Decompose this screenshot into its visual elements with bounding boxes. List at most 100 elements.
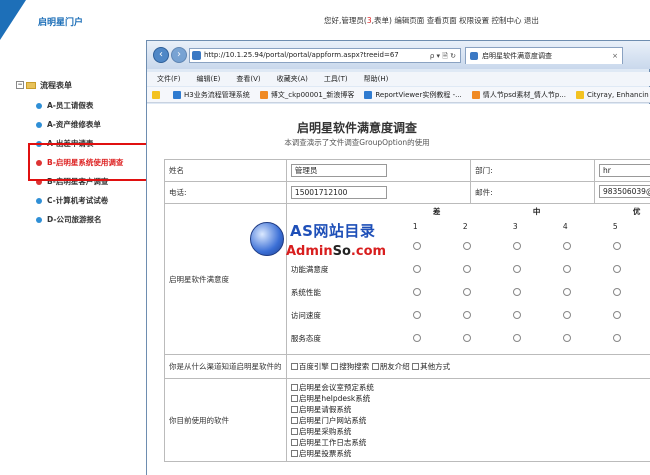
software-checkbox[interactable] bbox=[290, 384, 298, 391]
rating-num: 3 bbox=[512, 222, 518, 231]
folder-icon bbox=[26, 81, 36, 89]
software-checkbox[interactable] bbox=[290, 417, 298, 424]
rating-radio[interactable] bbox=[462, 265, 471, 273]
fav-icon bbox=[364, 90, 373, 99]
rating-radio[interactable] bbox=[612, 334, 621, 342]
rating-radio[interactable] bbox=[512, 242, 521, 250]
favorites-star-icon[interactable] bbox=[147, 87, 168, 102]
phone-field[interactable]: 15001712100 bbox=[290, 186, 387, 199]
rating-radio[interactable] bbox=[512, 334, 521, 342]
fav-reportviewer[interactable]: ReportViewer实例教程 -... bbox=[359, 87, 466, 102]
rating-num: 4 bbox=[562, 222, 568, 231]
portal-title: 启明星门户 bbox=[38, 18, 84, 28]
name-field[interactable]: 管理员 bbox=[290, 164, 387, 177]
fav-psd[interactable]: 情人节psd素材_情人节p... bbox=[467, 87, 571, 102]
form-icon bbox=[36, 102, 42, 109]
control-center-link[interactable]: 控制中心 bbox=[491, 16, 521, 25]
rating-radio[interactable] bbox=[512, 288, 521, 296]
source-checkbox[interactable] bbox=[412, 363, 420, 370]
rating-radio[interactable] bbox=[562, 265, 571, 273]
software-option[interactable]: 启明星工作日志系统 bbox=[290, 437, 650, 448]
name-label: 姓名 bbox=[164, 159, 287, 182]
tree-root-label: 流程表单 bbox=[40, 80, 72, 90]
tree-root[interactable]: − 流程表单 bbox=[16, 78, 156, 92]
page-content: 启明星软件满意度调查 本调查演示了文件调查GroupOption的使用 姓名 管… bbox=[147, 104, 650, 475]
fav-blog[interactable]: 博文_ckp00001_新浪博客 bbox=[255, 87, 360, 102]
rating-radio[interactable] bbox=[562, 288, 571, 296]
rating-radio[interactable] bbox=[412, 311, 421, 319]
view-page-link[interactable]: 查看页面 bbox=[427, 16, 457, 25]
software-option[interactable]: 启明星请假系统 bbox=[290, 404, 650, 415]
forward-button[interactable]: › bbox=[171, 47, 187, 63]
software-checkbox[interactable] bbox=[290, 395, 298, 402]
rating-radio[interactable] bbox=[462, 242, 471, 250]
rating-radio[interactable] bbox=[612, 242, 621, 250]
rating-radio[interactable] bbox=[412, 242, 421, 250]
software-option[interactable]: 启明星helpdesk系统 bbox=[290, 393, 650, 404]
dept-field[interactable]: hr bbox=[599, 164, 650, 177]
tree-item-trip[interactable]: D-公司旅游报名 bbox=[16, 210, 156, 229]
user-form-link[interactable]: 表单 bbox=[374, 16, 389, 25]
software-option[interactable]: 启明星采购系统 bbox=[290, 426, 650, 437]
menu-view[interactable]: 查看(V) bbox=[226, 72, 266, 86]
tree-item-leave[interactable]: A-员工请假表 bbox=[16, 96, 156, 115]
menu-favorites[interactable]: 收藏夹(A) bbox=[267, 72, 314, 86]
logout-link[interactable]: 退出 bbox=[524, 16, 539, 25]
software-option[interactable]: 启明星门户网站系统 bbox=[290, 415, 650, 426]
menu-file[interactable]: 文件(F) bbox=[147, 72, 187, 86]
tree-item-asset[interactable]: A-资产维修表单 bbox=[16, 115, 156, 134]
email-label: 邮件: bbox=[470, 181, 595, 204]
fav-icon bbox=[173, 90, 181, 99]
rating-radio[interactable] bbox=[412, 334, 421, 342]
browser-tab[interactable]: 启明星软件满意度调查 × bbox=[465, 47, 623, 64]
dept-label: 部门: bbox=[470, 159, 595, 182]
source-checkbox[interactable] bbox=[290, 363, 298, 370]
menu-help[interactable]: 帮助(H) bbox=[354, 72, 395, 86]
rating-radio[interactable] bbox=[412, 288, 421, 296]
software-checkbox[interactable] bbox=[290, 428, 298, 435]
tab-title: 启明星软件满意度调查 bbox=[482, 52, 552, 60]
rating-head-good: 优 bbox=[632, 207, 641, 216]
source-checkbox[interactable] bbox=[371, 363, 379, 370]
rating-radio[interactable] bbox=[562, 334, 571, 342]
rating-radio[interactable] bbox=[612, 311, 621, 319]
rating-radio[interactable] bbox=[612, 265, 621, 273]
rating-radio[interactable] bbox=[612, 288, 621, 296]
software-option[interactable]: 启明星会议室预定系统 bbox=[290, 382, 650, 393]
rating-radio[interactable] bbox=[512, 265, 521, 273]
survey-title: 启明星软件满意度调查 bbox=[296, 121, 417, 135]
fav-h3[interactable]: H3业务流程管理系统 bbox=[168, 87, 255, 102]
form-icon bbox=[36, 197, 42, 204]
software-checkbox[interactable] bbox=[290, 406, 298, 413]
software-checkbox[interactable] bbox=[290, 450, 298, 457]
software-checkbox[interactable] bbox=[290, 439, 298, 446]
rating-radio[interactable] bbox=[562, 242, 571, 250]
software-label: 你目前使用的软件 bbox=[164, 378, 287, 462]
form-icon bbox=[36, 121, 42, 128]
tree-item-exam[interactable]: C-计算机考试试卷 bbox=[16, 191, 156, 210]
rating-radio[interactable] bbox=[462, 334, 471, 342]
address-bar[interactable]: http://10.1.25.94/portal/portal/appform.… bbox=[189, 48, 461, 63]
menu-bar: 文件(F) 编辑(E) 查看(V) 收藏夹(A) 工具(T) 帮助(H) bbox=[147, 72, 650, 86]
tab-icon bbox=[470, 52, 478, 60]
permission-link[interactable]: 权限设置 bbox=[459, 16, 489, 25]
tab-close-icon[interactable]: × bbox=[612, 48, 618, 64]
source-checkbox[interactable] bbox=[331, 363, 339, 370]
rating-radio[interactable] bbox=[562, 311, 571, 319]
rating-radio[interactable] bbox=[412, 265, 421, 273]
rating-row-label: 服务态度 bbox=[290, 334, 321, 343]
rating-row-label: 访问速度 bbox=[290, 311, 321, 320]
menu-edit[interactable]: 编辑(E) bbox=[187, 72, 227, 86]
edit-page-link[interactable]: 编辑页面 bbox=[394, 16, 424, 25]
menu-tools[interactable]: 工具(T) bbox=[314, 72, 354, 86]
back-button[interactable]: ‹ bbox=[153, 47, 169, 63]
email-field[interactable]: 983506039@ bbox=[599, 185, 650, 198]
rating-radio[interactable] bbox=[512, 311, 521, 319]
collapse-icon[interactable]: − bbox=[16, 81, 24, 89]
fav-cityray[interactable]: Cityray, Enhancin bbox=[571, 87, 650, 102]
address-tools-icon[interactable]: ρ ▾ 🗎 ↻ bbox=[430, 50, 456, 63]
fav-icon bbox=[471, 90, 480, 99]
software-option[interactable]: 启明星投票系统 bbox=[290, 448, 650, 459]
rating-radio[interactable] bbox=[462, 311, 471, 319]
rating-radio[interactable] bbox=[462, 288, 471, 296]
